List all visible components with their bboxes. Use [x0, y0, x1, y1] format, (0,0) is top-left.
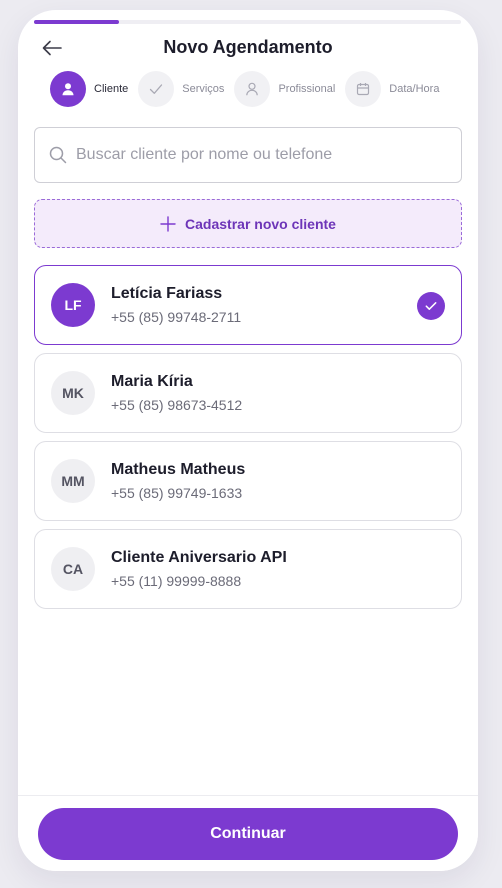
- page-title: Novo Agendamento: [163, 37, 333, 57]
- client-card[interactable]: CA Cliente Aniversario API +55 (11) 9999…: [34, 529, 462, 609]
- avatar: LF: [51, 283, 95, 327]
- client-info: Matheus Matheus +55 (85) 99749-1633: [111, 461, 245, 501]
- user-icon: [62, 83, 74, 96]
- step-cliente[interactable]: Cliente: [50, 71, 128, 107]
- step-profissional-circle: [234, 71, 271, 107]
- check-icon: [425, 302, 437, 310]
- add-client-button[interactable]: Cadastrar novo cliente: [34, 199, 462, 248]
- search-field[interactable]: [34, 127, 462, 183]
- client-name: Cliente Aniversario API: [111, 549, 287, 566]
- client-info: Letícia Fariass +55 (85) 99748-2711: [111, 285, 241, 325]
- step-servicos-circle: [138, 71, 175, 107]
- step-servicos[interactable]: Serviços: [138, 71, 224, 107]
- client-card[interactable]: MK Maria Kíria +55 (85) 98673-4512: [34, 353, 462, 433]
- search-input[interactable]: [76, 146, 446, 164]
- step-label: Data/Hora: [389, 83, 440, 95]
- avatar: CA: [51, 547, 95, 591]
- progress-bar: [34, 20, 461, 24]
- client-phone: +55 (85) 98673-4512: [111, 397, 243, 413]
- add-client-label: Cadastrar novo cliente: [185, 215, 336, 232]
- stepper: Cliente Serviços Profissional Data/Hora: [50, 71, 478, 107]
- step-data-hora-circle: [345, 71, 382, 107]
- step-label: Cliente: [94, 83, 129, 95]
- step-profissional[interactable]: Profissional: [234, 71, 335, 107]
- progress-bar-fill: [34, 20, 120, 24]
- client-phone: +55 (85) 99748-2711: [111, 309, 242, 325]
- step-cliente-circle: [50, 71, 86, 107]
- step-data-hora[interactable]: Data/Hora: [345, 71, 439, 107]
- footer: Continuar: [18, 795, 478, 871]
- check-icon: [150, 84, 163, 94]
- calendar-icon: [357, 83, 370, 96]
- plus-icon: [160, 215, 176, 232]
- search-icon: [49, 146, 67, 164]
- step-label: Serviços: [182, 83, 225, 95]
- client-card[interactable]: LF Letícia Fariass +55 (85) 99748-2711: [34, 265, 462, 345]
- client-name: Maria Kíria: [111, 373, 193, 390]
- client-list: LF Letícia Fariass +55 (85) 99748-2711 M…: [34, 265, 462, 617]
- avatar: MK: [51, 371, 95, 415]
- app-screen: Novo Agendamento Cliente Serviços Profis…: [18, 10, 478, 871]
- client-phone: +55 (11) 99999-8888: [111, 573, 242, 589]
- client-info: Maria Kíria +55 (85) 98673-4512: [111, 373, 242, 413]
- client-phone: +55 (85) 99749-1633: [111, 485, 243, 501]
- continue-button[interactable]: Continuar: [38, 808, 458, 860]
- client-name: Matheus Matheus: [111, 461, 246, 478]
- client-info: Cliente Aniversario API +55 (11) 99999-8…: [111, 549, 287, 589]
- selected-check-badge: [417, 292, 445, 320]
- client-name: Letícia Fariass: [111, 285, 223, 302]
- client-card[interactable]: MM Matheus Matheus +55 (85) 99749-1633: [34, 441, 462, 521]
- avatar: MM: [51, 459, 95, 503]
- user-icon: [246, 82, 259, 96]
- step-label: Profissional: [278, 83, 336, 95]
